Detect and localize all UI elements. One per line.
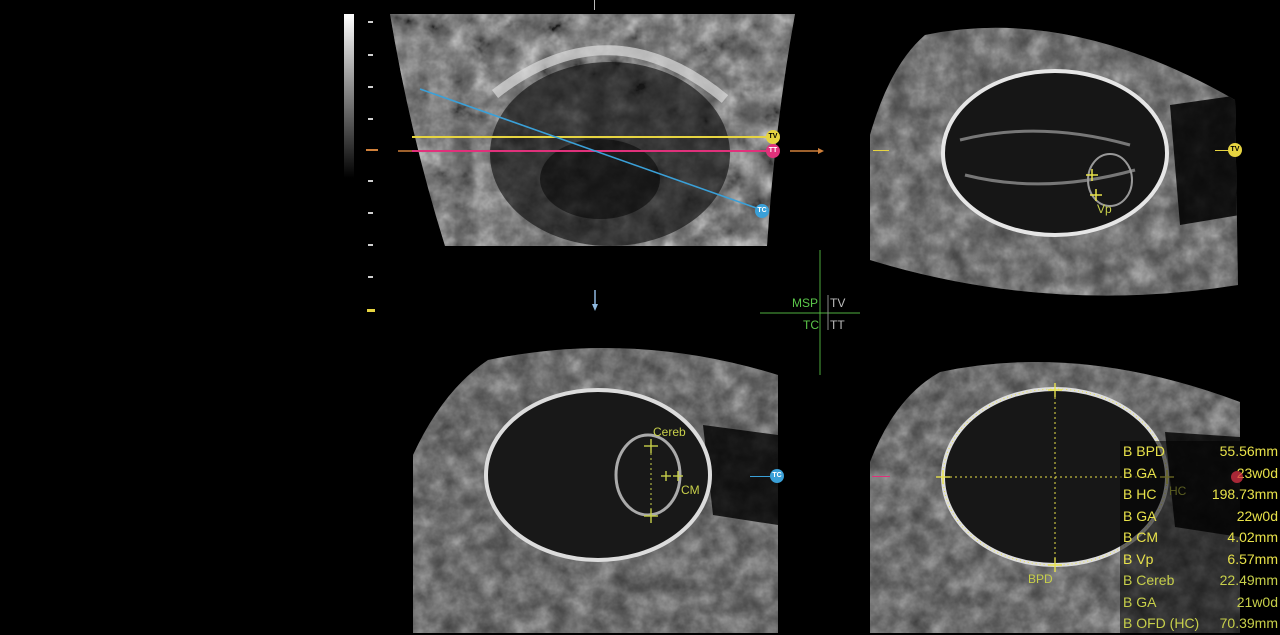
measurement-name: B HC (1123, 486, 1157, 502)
measurement-value: 6.57mm (1227, 550, 1278, 567)
measurement-name: B GA (1123, 593, 1157, 610)
tc-calipers (644, 439, 683, 523)
cm-caliper-label: CM (681, 483, 700, 497)
depth-tick (368, 244, 373, 246)
grayscale-bar (344, 14, 354, 178)
measurement-table: B BPD 55.56mm B GA 23w0d B HC 198.73mm B… (1120, 441, 1280, 633)
measurement-row[interactable]: B OFD (HC) 70.39mm (1120, 613, 1280, 635)
measurement-value: 55.56mm (1219, 443, 1278, 459)
measurement-row[interactable]: B Cereb 22.49mm (1120, 570, 1280, 592)
bpd-caliper-label: BPD (1028, 572, 1053, 586)
measurement-name: B Vp (1123, 550, 1154, 567)
measurement-value: 22.49mm (1219, 572, 1278, 588)
measurement-row[interactable]: B GA 22w0d (1120, 506, 1280, 528)
down-arrow-icon (590, 290, 600, 312)
active-cursor-dot (1231, 471, 1243, 483)
measurement-value: 22w0d (1236, 507, 1278, 524)
tv-plane-tag[interactable]: TV (766, 130, 780, 144)
measurement-row[interactable]: B Vp 6.57mm (1120, 549, 1280, 571)
depth-tick (368, 54, 373, 56)
tv-right-marker (1215, 150, 1229, 151)
depth-tick (368, 21, 373, 23)
tv-ultrasound-image (870, 27, 1238, 296)
measurement-row[interactable]: B GA 21w0d (1120, 592, 1280, 614)
tc-panel-tag[interactable]: TC (770, 469, 784, 483)
tv-orientation-label: TV (830, 296, 846, 310)
measurement-row[interactable]: B BPD 55.56mm (1120, 441, 1280, 463)
vp-caliper-label: Vp (1097, 202, 1112, 216)
depth-marker (367, 309, 375, 312)
tv-left-marker (873, 150, 889, 151)
measurement-row[interactable]: B CM 4.02mm (1120, 527, 1280, 549)
measurement-row[interactable]: B GA 23w0d (1120, 463, 1280, 485)
tv-image-panel[interactable] (870, 25, 1240, 305)
tc-plane-line (419, 88, 763, 211)
measurement-value: 4.02mm (1227, 529, 1278, 545)
msp-label: MSP (792, 296, 819, 310)
measurement-name: B GA (1123, 464, 1157, 481)
measurement-name: B CM (1123, 529, 1158, 545)
measurement-name: B OFD (HC) (1123, 615, 1200, 631)
measurement-name: B BPD (1123, 443, 1166, 459)
tv-calipers (1086, 169, 1102, 201)
tc-right-marker (750, 476, 770, 477)
measurement-value: 21w0d (1236, 593, 1278, 610)
tc-ultrasound-image (413, 348, 778, 633)
top-center-marker (594, 0, 595, 10)
tc-plane-tag[interactable]: TC (755, 204, 769, 218)
tt-orientation-label: TT (830, 318, 845, 332)
cereb-caliper-label: Cereb (653, 425, 686, 439)
measurement-value: 198.73mm (1211, 486, 1278, 502)
measurement-name: B Cereb (1123, 572, 1175, 588)
tc-image-panel[interactable] (413, 335, 778, 633)
tc-orientation-label: TC (803, 318, 819, 332)
tt-left-marker (872, 476, 890, 477)
measurement-row[interactable]: B HC 198.73mm (1120, 484, 1280, 506)
depth-tick (368, 276, 373, 278)
tv-panel-tag[interactable]: TV (1228, 143, 1242, 157)
measurement-value: 70.39mm (1219, 615, 1278, 631)
measurement-name: B GA (1123, 507, 1157, 524)
tt-plane-tag[interactable]: TT (766, 144, 780, 158)
measurement-value: 23w0d (1236, 464, 1278, 481)
